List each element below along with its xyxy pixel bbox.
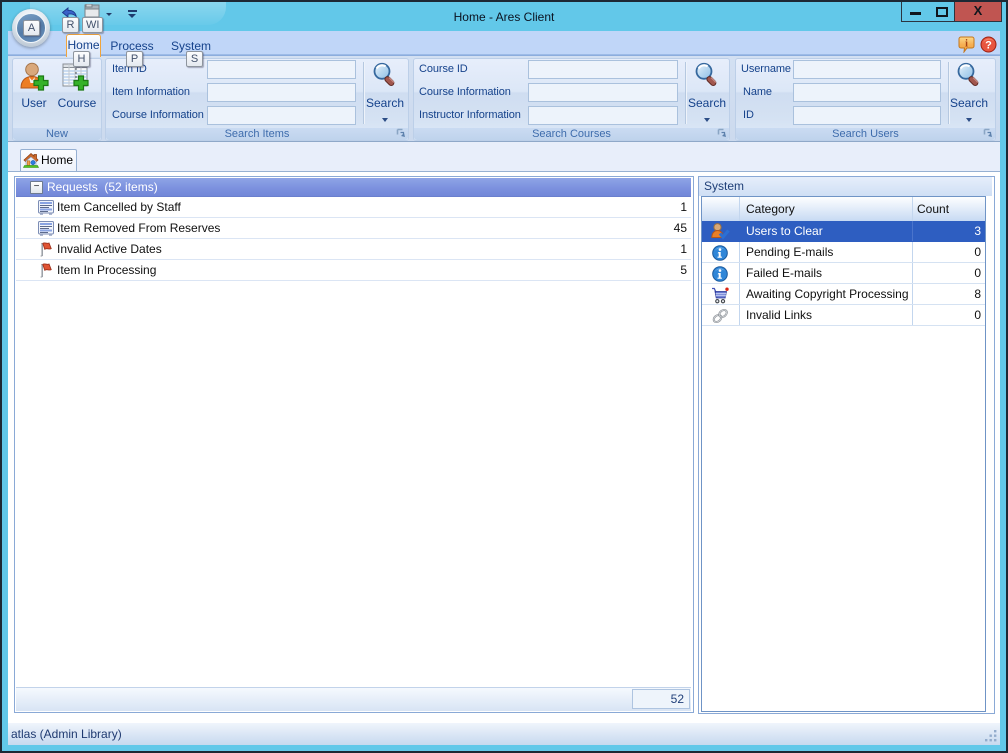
svg-text:i: i (965, 39, 968, 50)
svg-text:?: ? (985, 40, 992, 52)
